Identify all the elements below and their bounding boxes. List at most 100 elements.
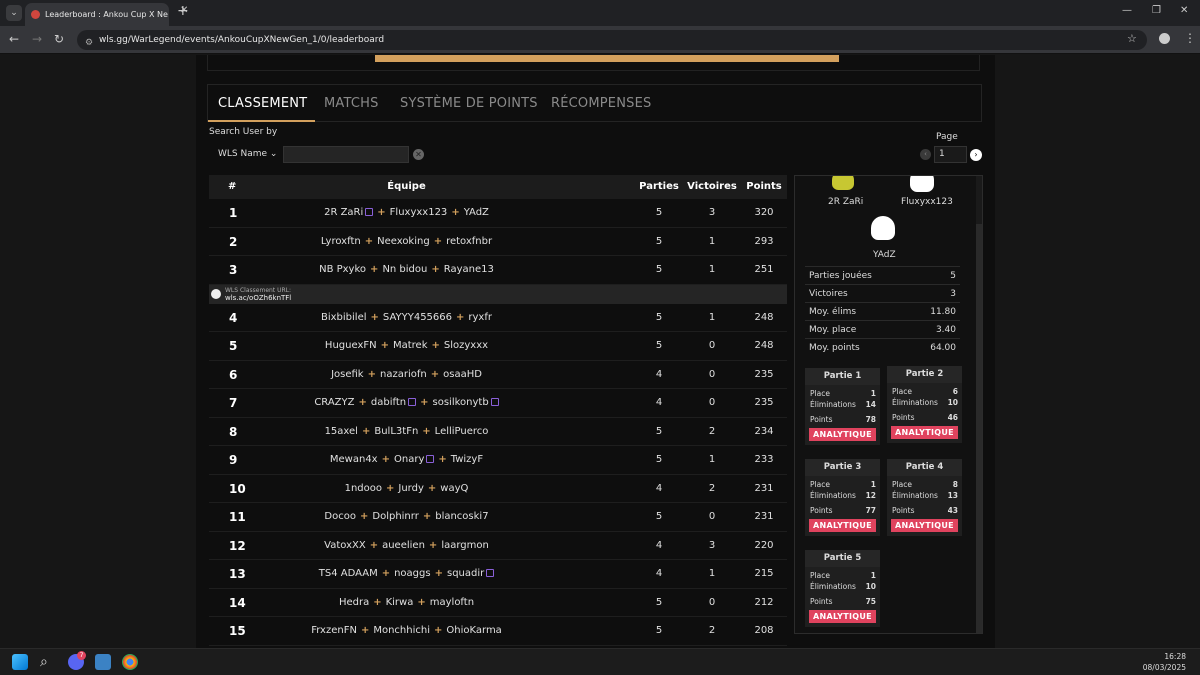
player-name[interactable]: noaggs — [394, 568, 431, 579]
reload-icon[interactable]: ↻ — [54, 32, 64, 46]
url-field[interactable]: ⚙ wls.gg/WarLegend/events/AnkouCupXNewGe… — [77, 30, 1147, 50]
player-name[interactable]: 1ndooo — [345, 483, 382, 494]
tab-matchs[interactable]: MATCHS — [324, 96, 379, 111]
player-name[interactable]: TwizyF — [451, 454, 483, 465]
back-icon[interactable]: ← — [9, 32, 19, 46]
browser-tab[interactable]: Leaderboard : Ankou Cup X Ne — [25, 3, 169, 26]
search-by-select[interactable]: WLS Name ⌄ — [209, 146, 282, 163]
new-tab-icon[interactable]: + — [177, 3, 189, 19]
player-name[interactable]: retoxfnbr — [446, 236, 492, 247]
player-name[interactable]: Jurdy — [398, 483, 424, 494]
twitch-icon[interactable] — [490, 398, 499, 406]
player-name[interactable]: mayloftn — [430, 597, 474, 608]
player-name[interactable]: 2R ZaRi — [324, 207, 363, 218]
table-row[interactable]: 1 2R ZaRi + Fluxyxx123 + YAdZ 5 3 320 — [209, 199, 787, 228]
player-name[interactable]: Rayane13 — [444, 264, 494, 275]
player-name[interactable]: wayQ — [440, 483, 468, 494]
analytics-button[interactable]: ANALYTIQUE — [891, 519, 958, 532]
player-name[interactable]: NB Pxyko — [319, 264, 366, 275]
menu-kebab-icon[interactable]: ⋮ — [1184, 31, 1196, 45]
table-row[interactable]: 5 HuguexFN + Matrek + Slozyxxx 5 0 248 — [209, 332, 787, 361]
panel-scrollbar-thumb[interactable] — [976, 224, 982, 633]
table-row[interactable]: 13 TS4 ADAAM + noaggs + squadir 4 1 215 — [209, 560, 787, 589]
player-name[interactable]: Fluxyxx123 — [390, 207, 448, 218]
player-name[interactable]: squadir — [447, 568, 484, 579]
bookmark-star-icon[interactable]: ☆ — [1127, 32, 1137, 45]
table-row[interactable]: 9 Mewan4x + Onary + TwizyF 5 1 233 — [209, 446, 787, 475]
table-row[interactable]: 7 CRAZYZ + dabiftn + sosilkonytb 4 0 235 — [209, 389, 787, 418]
table-row[interactable]: 14 Hedra + Kirwa + mayloftn 5 0 212 — [209, 589, 787, 617]
table-row[interactable]: 4 Bixbibilel + SAYYY455666 + ryxfr 5 1 248 — [209, 304, 787, 332]
player-name[interactable]: 15axel — [325, 426, 358, 437]
player-name[interactable]: blancoski7 — [435, 511, 488, 522]
player-name[interactable]: Matrek — [393, 340, 428, 351]
twitch-icon[interactable] — [486, 569, 495, 577]
player-name[interactable]: YAdZ — [464, 207, 489, 218]
chrome-icon[interactable] — [122, 654, 138, 670]
next-page-icon[interactable]: › — [970, 149, 982, 161]
player-name[interactable]: LelliPuerco — [435, 426, 489, 437]
player-name[interactable]: ryxfr — [468, 312, 492, 323]
player-name[interactable]: HuguexFN — [325, 340, 377, 351]
system-clock[interactable]: 16:28 08/03/2025 — [1143, 651, 1186, 673]
player-name[interactable]: Dolphinrr — [372, 511, 418, 522]
player-name[interactable]: SAYYY455666 — [383, 312, 452, 323]
player-name[interactable]: Josefik — [331, 369, 364, 380]
twitch-icon[interactable] — [408, 398, 417, 406]
windows-start-icon[interactable] — [12, 654, 28, 670]
player-name[interactable]: CRAZYZ — [314, 397, 354, 408]
player-name[interactable]: Nn bidou — [382, 264, 427, 275]
page-input[interactable]: 1 — [934, 146, 967, 163]
forward-icon[interactable]: → — [32, 32, 42, 46]
player-name[interactable]: Neexoking — [377, 236, 430, 247]
close-window-icon[interactable]: ✕ — [1180, 5, 1188, 16]
prev-page-icon[interactable]: ‹ — [920, 149, 931, 160]
table-row[interactable]: 10 1ndooo + Jurdy + wayQ 4 2 231 — [209, 475, 787, 503]
player-name[interactable]: Onary — [394, 454, 424, 465]
tab-search-icon[interactable]: ⌄ — [6, 5, 22, 21]
tab-recompenses[interactable]: RÉCOMPENSES — [551, 96, 651, 111]
analytics-button[interactable]: ANALYTIQUE — [809, 428, 876, 441]
profile-icon[interactable] — [1159, 33, 1170, 44]
player-name[interactable]: Docoo — [324, 511, 356, 522]
table-row[interactable]: 11 Docoo + Dolphinrr + blancoski7 5 0 231 — [209, 503, 787, 532]
player-name[interactable]: aueelien — [382, 540, 425, 551]
player-name[interactable]: Slozyxxx — [444, 340, 488, 351]
player-name[interactable]: osaaHD — [443, 369, 482, 380]
player-name[interactable]: Mewan4x — [330, 454, 378, 465]
clear-search-icon[interactable]: ✕ — [413, 149, 424, 160]
analytics-button[interactable]: ANALYTIQUE — [809, 519, 876, 532]
table-row[interactable]: 3 NB Pxyko + Nn bidou + Rayane13 5 1 251 — [209, 256, 787, 285]
player-name[interactable]: laargmon — [441, 540, 489, 551]
player-name[interactable]: BulL3tFn — [374, 426, 418, 437]
panel-scrollbar[interactable] — [976, 176, 982, 633]
player-name[interactable]: OhioKarma — [446, 625, 501, 636]
player-name[interactable]: nazariofn — [380, 369, 427, 380]
player-name[interactable]: sosilkonytb — [433, 397, 489, 408]
player-name[interactable]: VatoxXX — [324, 540, 366, 551]
fortnite-icon[interactable] — [95, 654, 111, 670]
table-row[interactable]: 12 VatoxXX + aueelien + laargmon 4 3 220 — [209, 532, 787, 560]
table-row[interactable]: 15 FrxzenFN + Monchhichi + OhioKarma 5 2 208 — [209, 617, 787, 646]
table-row[interactable]: 8 15axel + BulL3tFn + LelliPuerco 5 2 234 — [209, 418, 787, 446]
wls-url-link[interactable]: wls.ac/oOZh6knTFl — [225, 294, 291, 302]
restore-icon[interactable]: ❐ — [1152, 5, 1161, 16]
player-name[interactable]: Kirwa — [386, 597, 414, 608]
player-name[interactable]: FrxzenFN — [311, 625, 357, 636]
player-name[interactable]: Lyroxftn — [321, 236, 361, 247]
analytics-button[interactable]: ANALYTIQUE — [891, 426, 958, 439]
player-name[interactable]: dabiftn — [371, 397, 406, 408]
site-info-icon[interactable]: ⚙ — [85, 33, 93, 53]
search-input[interactable] — [283, 146, 409, 163]
player-name[interactable]: Monchhichi — [373, 625, 430, 636]
search-icon[interactable]: ⌕ — [40, 654, 56, 670]
tab-systeme-de-points[interactable]: SYSTÈME DE POINTS — [400, 96, 538, 111]
tab-classement[interactable]: CLASSEMENT — [218, 96, 307, 111]
table-row[interactable]: 6 Josefik + nazariofn + osaaHD 4 0 235 — [209, 361, 787, 389]
player-name[interactable]: Bixbibilel — [321, 312, 367, 323]
player-name[interactable]: TS4 ADAAM — [319, 568, 378, 579]
player-name[interactable]: Hedra — [339, 597, 369, 608]
table-row[interactable]: 2 Lyroxftn + Neexoking + retoxfnbr 5 1 293 — [209, 228, 787, 256]
minimize-icon[interactable]: — — [1122, 5, 1132, 16]
analytics-button[interactable]: ANALYTIQUE — [809, 610, 876, 623]
